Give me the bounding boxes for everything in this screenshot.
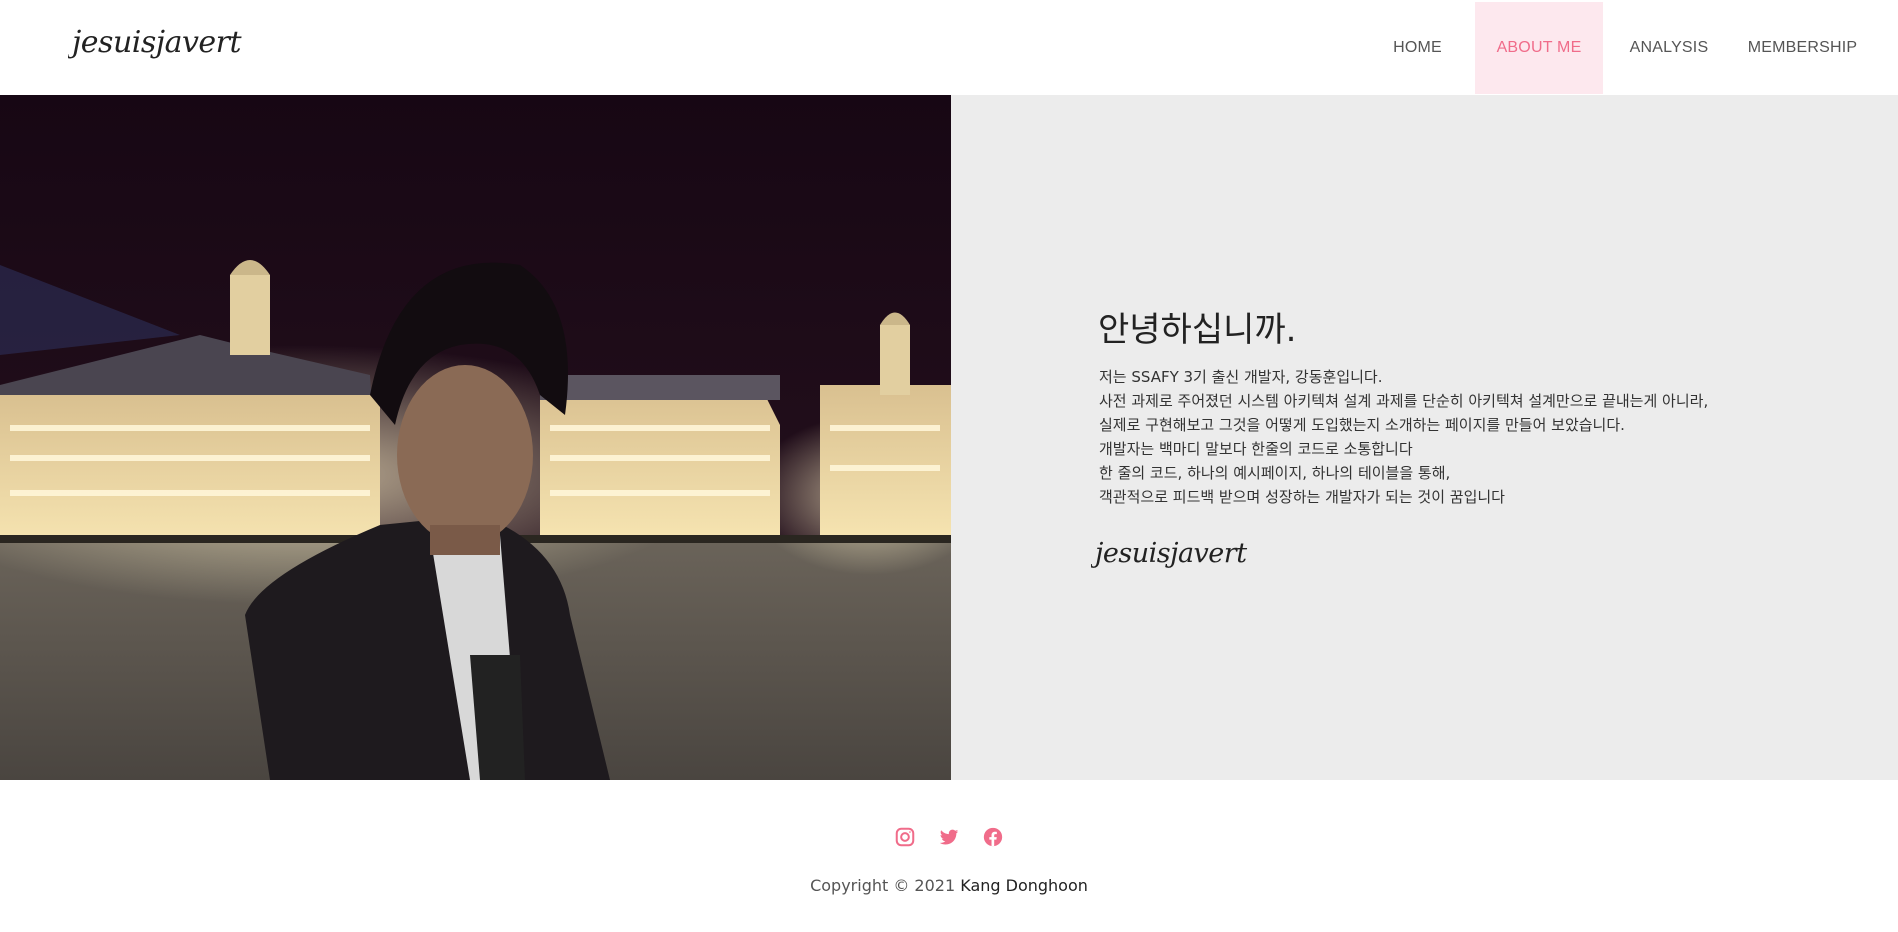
logo-text: jesuisjavert [68, 25, 242, 60]
nav-about-me[interactable]: ABOUT ME [1475, 2, 1603, 94]
social-links [0, 826, 1898, 848]
intro-line: 객관적으로 피드백 받으며 성장하는 개발자가 되는 것이 꿈입니다 [1099, 488, 1505, 506]
site-logo[interactable]: jesuisjavert [68, 14, 258, 70]
intro-line: 개발자는 백마디 말보다 한줄의 코드로 소통합니다 [1099, 440, 1413, 458]
copyright: Copyright © 2021 Kang Donghoon [0, 876, 1898, 895]
copyright-prefix: Copyright © 2021 [810, 876, 961, 895]
signature-text: jesuisjavert [1091, 538, 1247, 569]
nav-analysis[interactable]: ANALYSIS [1603, 2, 1735, 94]
profile-photo [0, 95, 951, 780]
site-header: jesuisjavert HOME ABOUT ME ANALYSIS MEMB… [0, 0, 1898, 95]
twitter-icon[interactable] [938, 826, 960, 848]
site-footer: Copyright © 2021 Kang Donghoon [0, 780, 1898, 932]
instagram-icon[interactable] [894, 826, 916, 848]
intro-line: 실제로 구현해보고 그것을 어떻게 도입했는지 소개하는 페이지를 만들어 보았… [1099, 416, 1625, 434]
about-section: 안녕하십니까. 저는 SSAFY 3기 출신 개발자, 강동훈입니다. 사전 과… [0, 95, 1898, 780]
intro-title: 안녕하십니까. [1098, 310, 1297, 350]
copyright-name: Kang Donghoon [960, 876, 1088, 895]
intro-line: 사전 과제로 주어졌던 시스템 아키텍쳐 설계 과제를 단순히 아키텍쳐 설계만… [1099, 392, 1709, 410]
intro-body: 저는 SSAFY 3기 출신 개발자, 강동훈입니다. 사전 과제로 주어졌던 … [1099, 365, 1708, 509]
intro-panel: 안녕하십니까. 저는 SSAFY 3기 출신 개발자, 강동훈입니다. 사전 과… [951, 95, 1898, 780]
main-nav: HOME ABOUT ME ANALYSIS MEMBERSHIP [1360, 0, 1898, 95]
facebook-icon[interactable] [982, 826, 1004, 848]
nav-membership[interactable]: MEMBERSHIP [1735, 2, 1870, 94]
signature: jesuisjavert [1091, 528, 1266, 580]
intro-line: 한 줄의 코드, 하나의 예시페이지, 하나의 테이블을 통해, [1099, 464, 1451, 482]
intro-line: 저는 SSAFY 3기 출신 개발자, 강동훈입니다. [1099, 368, 1383, 386]
nav-home[interactable]: HOME [1360, 2, 1475, 94]
